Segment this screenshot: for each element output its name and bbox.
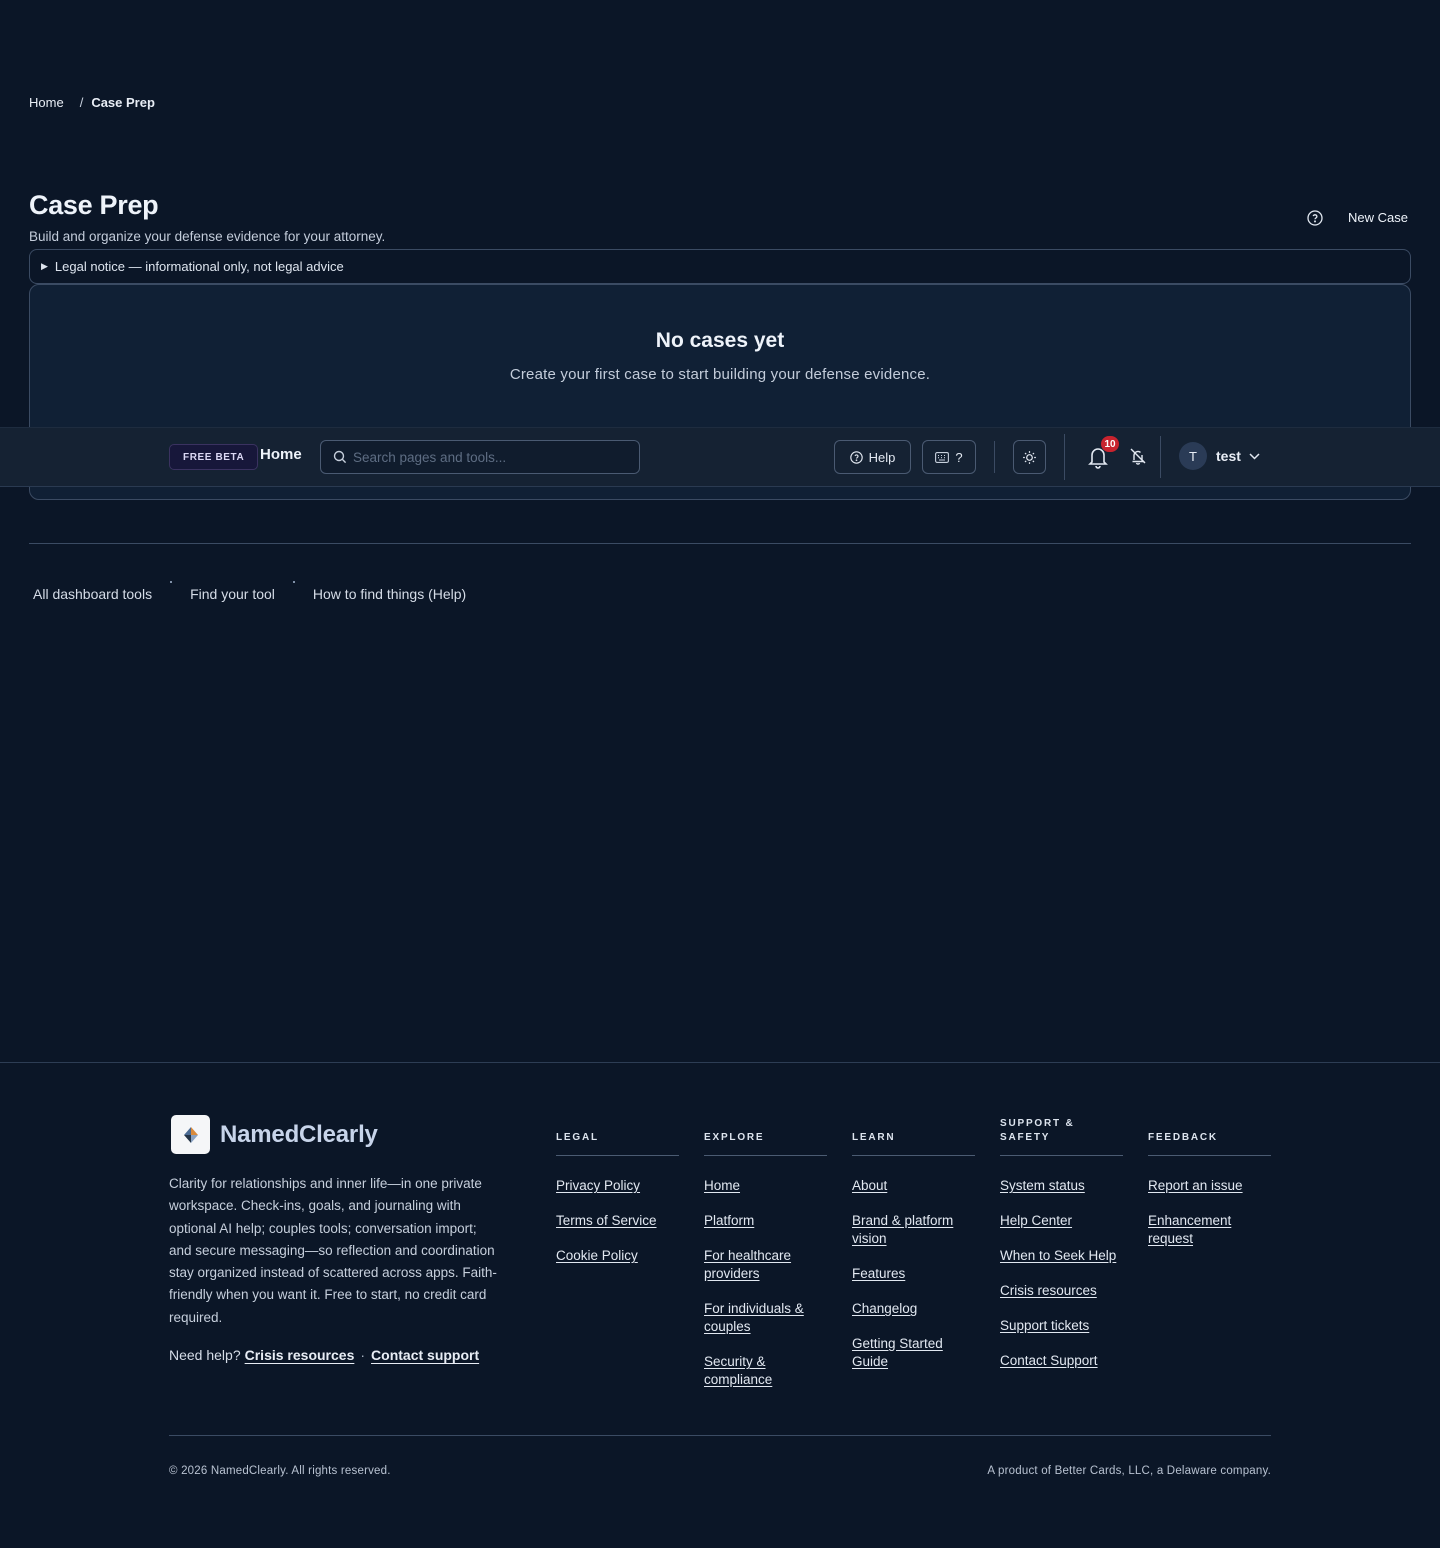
footer-column-heading: LEGAL (556, 1118, 679, 1156)
footer-column-heading: SUPPORT & SAFETY (1000, 1118, 1123, 1156)
footer-link[interactable]: For individuals & couples (704, 1301, 804, 1334)
help-button[interactable]: Help (834, 440, 911, 474)
quick-links: All dashboard tools Find your tool How t… (33, 581, 466, 602)
notification-count-badge: 10 (1101, 436, 1119, 452)
page-title: Case Prep (29, 190, 159, 220)
product-note: A product of Better Cards, LLC, a Delawa… (987, 1465, 1271, 1477)
free-beta-badge: FREE BETA (169, 444, 259, 470)
footer-link[interactable]: Privacy Policy (556, 1178, 640, 1193)
chevron-down-icon (1249, 452, 1260, 460)
footer-link[interactable]: About (852, 1178, 887, 1193)
footer-column-legal: LEGAL Privacy Policy Terms of Service Co… (556, 1118, 679, 1282)
page-subtitle: Build and organize your defense evidence… (29, 229, 386, 244)
footer-link[interactable]: For healthcare providers (704, 1248, 791, 1281)
question-circle-icon (849, 450, 863, 464)
footer-column-feedback: FEEDBACK Report an issue Enhancement req… (1148, 1118, 1271, 1265)
how-to-find-things-link[interactable]: How to find things (Help) (313, 586, 466, 602)
footer-link[interactable]: Help Center (1000, 1213, 1072, 1228)
help-button-label: Help (868, 449, 896, 465)
footer-brand[interactable]: NamedClearly (171, 1115, 378, 1154)
footer-link[interactable]: When to Seek Help (1000, 1248, 1116, 1263)
footer-column-learn: LEARN About Brand & platform vision Feat… (852, 1118, 975, 1388)
footer-link[interactable]: Brand & platform vision (852, 1213, 953, 1246)
bell-off-icon[interactable] (1129, 447, 1147, 465)
find-your-tool-link[interactable]: Find your tool (190, 586, 275, 602)
footer-link[interactable]: Getting Started Guide (852, 1336, 943, 1369)
theme-toggle-button[interactable] (1013, 440, 1046, 474)
footer-link[interactable]: Platform (704, 1213, 754, 1228)
footer-column-heading: EXPLORE (704, 1118, 827, 1156)
breadcrumb: Home / Case Prep (29, 95, 155, 110)
empty-state-title: No cases yet (655, 329, 785, 352)
need-help-line: Need help? Crisis resources · Contact su… (169, 1347, 479, 1363)
disclosure-triangle-icon: ▶ (41, 261, 48, 271)
section-divider (29, 543, 1411, 544)
breadcrumb-home-link[interactable]: Home (29, 95, 64, 110)
page: Home / Case Prep Case Prep Build and org… (0, 0, 1440, 1548)
header-actions: New Case (1306, 206, 1410, 229)
separator-dot (292, 581, 295, 583)
footer-link[interactable]: Cookie Policy (556, 1248, 638, 1263)
footer-link[interactable]: Security & compliance (704, 1354, 772, 1387)
footer-link[interactable]: Crisis resources (1000, 1283, 1097, 1298)
footer-link[interactable]: System status (1000, 1178, 1085, 1193)
footer-link[interactable]: Report an issue (1148, 1178, 1243, 1193)
footer-column-explore: EXPLORE Home Platform For healthcare pro… (704, 1118, 827, 1406)
legal-notice-toggle[interactable]: ▶ Legal notice — informational only, not… (29, 249, 1411, 284)
legal-notice-label: Legal notice — informational only, not l… (54, 259, 344, 274)
user-menu[interactable]: T test (1179, 442, 1260, 470)
breadcrumb-current: Case Prep (91, 95, 155, 110)
keyboard-shortcuts-label: ? (955, 449, 963, 465)
separator-dot: · (360, 1347, 366, 1363)
question-circle-icon[interactable] (1306, 209, 1324, 227)
keyboard-icon (935, 451, 950, 463)
nav-divider (994, 441, 995, 473)
user-name: test (1216, 448, 1241, 464)
brand-name: NamedClearly (220, 1120, 378, 1148)
new-case-button[interactable]: New Case (1346, 206, 1410, 229)
footer-top-border (0, 1062, 1440, 1063)
search-box[interactable] (320, 440, 640, 474)
keyboard-shortcuts-button[interactable]: ? (922, 440, 976, 474)
avatar: T (1179, 442, 1207, 470)
footer-column-support: SUPPORT & SAFETY System status Help Cent… (1000, 1118, 1123, 1387)
sun-icon (1023, 450, 1036, 464)
need-help-label: Need help? (169, 1347, 241, 1363)
brand-logo (171, 1115, 210, 1154)
footer-link[interactable]: Enhancement request (1148, 1213, 1231, 1246)
nav-divider (1160, 436, 1161, 478)
footer-link[interactable]: Terms of Service (556, 1213, 657, 1228)
footer-link[interactable]: Changelog (852, 1301, 917, 1316)
top-navigation-bar: FREE BETA Home Help ? (0, 427, 1440, 487)
separator-dot (170, 581, 173, 583)
crisis-resources-link[interactable]: Crisis resources (245, 1347, 355, 1363)
footer-link[interactable]: Home (704, 1178, 740, 1193)
contact-support-link[interactable]: Contact support (371, 1347, 479, 1363)
breadcrumb-separator: / (79, 95, 84, 110)
search-icon (333, 450, 347, 464)
footer-divider (169, 1435, 1271, 1436)
copyright-text: © 2026 NamedClearly. All rights reserved… (169, 1465, 391, 1477)
footer-column-heading: LEARN (852, 1118, 975, 1156)
footer-link[interactable]: Contact Support (1000, 1353, 1098, 1368)
all-dashboard-tools-link[interactable]: All dashboard tools (33, 586, 152, 602)
footer-link[interactable]: Support tickets (1000, 1318, 1089, 1333)
footer-link[interactable]: Features (852, 1266, 905, 1281)
nav-home-link[interactable]: Home (260, 446, 302, 463)
search-input[interactable] (353, 449, 623, 465)
footer-column-heading: FEEDBACK (1148, 1118, 1271, 1156)
brand-description: Clarity for relationships and inner life… (169, 1176, 497, 1325)
empty-state-subtitle: Create your first case to start building… (509, 366, 931, 383)
nav-divider (1064, 434, 1065, 480)
